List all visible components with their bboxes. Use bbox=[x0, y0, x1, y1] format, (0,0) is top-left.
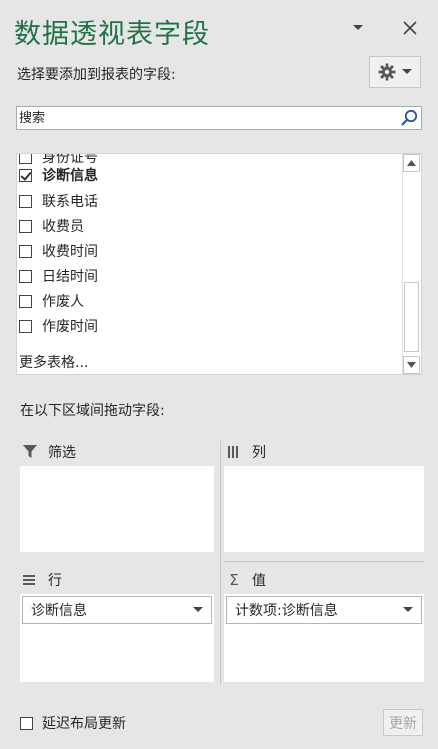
drag-fields-label: 在以下区域间拖动字段: bbox=[20, 403, 165, 419]
more-tables-link[interactable]: 更多表格... bbox=[19, 352, 88, 372]
field-item[interactable]: 诊断信息 bbox=[19, 164, 98, 186]
rows-area-label: 行 bbox=[48, 573, 62, 589]
field-item[interactable]: 收费员 bbox=[19, 215, 84, 237]
columns-area[interactable]: 列 bbox=[224, 438, 424, 552]
filter-icon bbox=[20, 445, 40, 459]
choose-fields-label: 选择要添加到报表的字段: bbox=[17, 67, 176, 83]
rows-icon bbox=[20, 574, 40, 586]
columns-area-label: 列 bbox=[252, 445, 266, 461]
gear-icon bbox=[378, 63, 396, 81]
defer-update-label: 延迟布局更新 bbox=[42, 716, 126, 732]
field-item[interactable]: 日结时间 bbox=[19, 265, 98, 287]
area-divider-vertical bbox=[220, 441, 221, 685]
field-label: 日结时间 bbox=[42, 269, 98, 285]
pivot-field-pane: 数据透视表字段 选择要添加到报表的字段: 搜索 身份证号 诊断信息 联系电话 收… bbox=[0, 0, 438, 749]
field-search-box bbox=[16, 106, 422, 130]
columns-icon bbox=[224, 446, 244, 458]
field-label: 联系电话 bbox=[42, 194, 98, 210]
field-checkbox[interactable] bbox=[19, 219, 32, 233]
tools-button[interactable] bbox=[369, 56, 421, 88]
update-button[interactable]: 更新 bbox=[383, 709, 423, 736]
scroll-down-button[interactable] bbox=[403, 356, 420, 374]
field-checkbox[interactable] bbox=[19, 269, 32, 283]
area-divider-horizontal bbox=[224, 561, 424, 562]
rows-drop-zone[interactable]: 诊断信息 bbox=[20, 594, 214, 682]
values-area[interactable]: Σ 值 计数项:诊断信息 bbox=[224, 566, 424, 682]
values-area-label: 值 bbox=[252, 573, 266, 589]
filter-drop-zone[interactable] bbox=[20, 466, 214, 552]
scroll-up-button[interactable] bbox=[403, 154, 420, 172]
field-list: 身份证号 诊断信息 联系电话 收费员 收费时间 日结时间 作废人 作废时间 更多… bbox=[16, 153, 422, 375]
caret-down-icon bbox=[353, 25, 363, 30]
values-field-pill[interactable]: 计数项:诊断信息 bbox=[226, 596, 422, 624]
filter-area[interactable]: 筛选 bbox=[20, 438, 214, 552]
field-checkbox[interactable] bbox=[19, 319, 32, 333]
filter-area-label: 筛选 bbox=[48, 445, 76, 461]
field-checkbox[interactable] bbox=[19, 244, 32, 258]
field-item[interactable]: 作废时间 bbox=[19, 315, 98, 337]
field-label: 作废时间 bbox=[42, 319, 98, 335]
arrow-down-icon bbox=[407, 362, 416, 368]
field-checkbox[interactable] bbox=[19, 154, 32, 164]
close-icon bbox=[403, 21, 417, 35]
field-checkbox[interactable] bbox=[19, 294, 32, 308]
values-drop-zone[interactable]: 计数项:诊断信息 bbox=[224, 594, 424, 682]
caret-down-icon[interactable] bbox=[193, 607, 203, 613]
field-item[interactable]: 作废人 bbox=[19, 290, 84, 312]
field-label: 作废人 bbox=[42, 294, 84, 310]
field-label: 收费时间 bbox=[42, 244, 98, 260]
rows-field-pill[interactable]: 诊断信息 bbox=[22, 596, 212, 624]
rows-field-label: 诊断信息 bbox=[31, 603, 87, 619]
scroll-thumb[interactable] bbox=[404, 282, 419, 352]
field-checkbox[interactable] bbox=[19, 168, 32, 182]
field-label: 收费员 bbox=[42, 219, 84, 235]
field-checkbox[interactable] bbox=[19, 194, 32, 208]
defer-update-option[interactable]: 延迟布局更新 bbox=[20, 713, 126, 733]
field-item[interactable]: 收费时间 bbox=[19, 240, 98, 262]
values-field-label: 计数项:诊断信息 bbox=[235, 603, 338, 619]
search-icon[interactable] bbox=[399, 109, 419, 131]
field-list-scrollbar[interactable] bbox=[402, 154, 421, 374]
field-label: 诊断信息 bbox=[42, 168, 98, 184]
defer-update-checkbox[interactable] bbox=[20, 716, 33, 730]
field-item[interactable]: 联系电话 bbox=[19, 190, 98, 212]
search-input[interactable] bbox=[19, 107, 389, 129]
sigma-icon: Σ bbox=[229, 571, 239, 589]
pane-title: 数据透视表字段 bbox=[14, 19, 210, 50]
caret-down-icon[interactable] bbox=[403, 607, 413, 613]
close-button[interactable] bbox=[397, 16, 423, 40]
rows-area[interactable]: 行 诊断信息 bbox=[20, 566, 214, 682]
pane-options-dropdown[interactable] bbox=[345, 16, 371, 40]
arrow-up-icon bbox=[407, 160, 416, 166]
caret-down-icon bbox=[402, 69, 412, 74]
columns-drop-zone[interactable] bbox=[224, 466, 424, 552]
